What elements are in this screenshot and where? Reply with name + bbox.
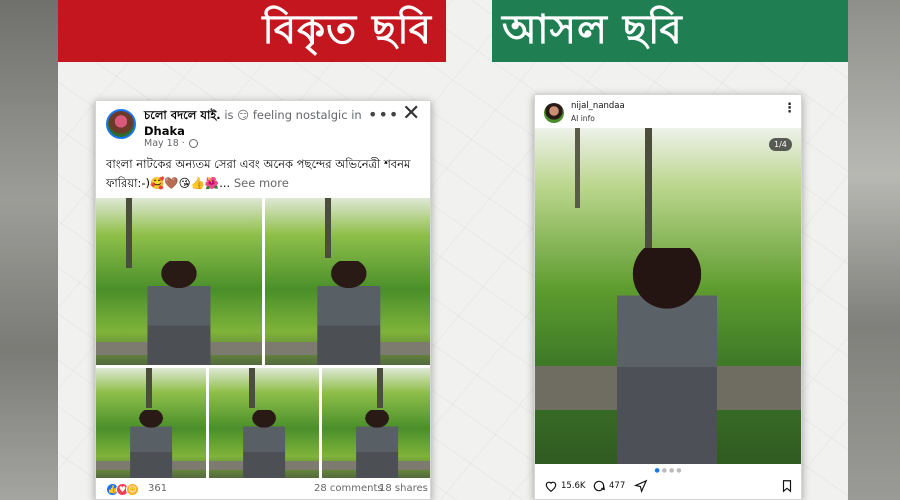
post-header: চলো বদলে যাই. is 😏 feeling nostalgic in … bbox=[144, 107, 364, 139]
avatar[interactable] bbox=[106, 109, 136, 139]
instagram-post-card: nijal_nandaa AI info ⋮ 1/4 ●●●● 15.6K 47… bbox=[534, 94, 802, 500]
reaction-icons[interactable]: 👍 ♥ ☺ bbox=[106, 483, 139, 496]
grid-photo[interactable] bbox=[96, 198, 262, 365]
haha-icon: ☺ bbox=[126, 483, 139, 496]
see-more-link[interactable]: See more bbox=[234, 176, 289, 190]
banner-distorted: বিকৃত ছবি bbox=[58, 0, 446, 62]
post-caption: বাংলা নাটকের অন্যতম সেরা এবং অনেক পছন্দে… bbox=[106, 155, 426, 193]
comments-count: 477 bbox=[609, 481, 626, 491]
close-icon[interactable]: ✕ bbox=[402, 101, 420, 126]
more-options-icon[interactable]: ⋮ bbox=[783, 101, 796, 116]
post-photo[interactable]: 1/4 bbox=[535, 128, 801, 464]
post-actions: 15.6K 477 bbox=[544, 479, 796, 497]
page-indicator: 1/4 bbox=[769, 138, 792, 151]
share-button[interactable] bbox=[634, 479, 648, 493]
author-name[interactable]: চলো বদলে যাই. bbox=[144, 108, 221, 122]
post-footer: 👍 ♥ ☺ 361 28 comments 18 shares bbox=[96, 481, 430, 499]
grid-photo[interactable] bbox=[265, 198, 430, 365]
banner-original: আসল ছবি bbox=[492, 0, 848, 62]
background-left bbox=[0, 0, 60, 500]
grid-photo[interactable] bbox=[322, 368, 430, 478]
facebook-post-card: চলো বদলে যাই. is 😏 feeling nostalgic in … bbox=[95, 100, 431, 500]
avatar[interactable] bbox=[544, 103, 564, 123]
comments-count[interactable]: 28 comments bbox=[314, 483, 383, 494]
background-right bbox=[848, 0, 900, 500]
bookmark-icon bbox=[782, 480, 792, 493]
post-date: May 18 · bbox=[144, 138, 198, 149]
date-text: May 18 · bbox=[144, 138, 185, 149]
reaction-count[interactable]: 361 bbox=[148, 483, 167, 494]
globe-icon bbox=[188, 139, 198, 148]
like-button[interactable]: 15.6K bbox=[544, 479, 586, 493]
person-figure bbox=[617, 248, 717, 464]
likes-count: 15.6K bbox=[561, 481, 586, 491]
comment-icon bbox=[593, 480, 605, 492]
grid-photo[interactable] bbox=[96, 368, 206, 478]
more-options-icon[interactable]: ••• bbox=[368, 105, 399, 124]
banner-distorted-title: বিকৃত ছবি bbox=[262, 6, 432, 53]
shares-count[interactable]: 18 shares bbox=[379, 483, 428, 494]
grid-photo[interactable] bbox=[209, 368, 319, 478]
username[interactable]: nijal_nandaa bbox=[571, 101, 625, 111]
banner-original-title: আসল ছবি bbox=[502, 6, 683, 53]
carousel-dots: ●●●● bbox=[654, 467, 684, 474]
location-link[interactable]: Dhaka bbox=[144, 124, 185, 138]
comment-button[interactable]: 477 bbox=[592, 479, 625, 493]
save-button[interactable] bbox=[780, 479, 794, 493]
activity-text: is 😏 feeling nostalgic in bbox=[220, 108, 362, 122]
heart-icon bbox=[545, 481, 557, 492]
ai-info-label[interactable]: AI info bbox=[571, 114, 595, 123]
send-icon bbox=[634, 479, 648, 493]
